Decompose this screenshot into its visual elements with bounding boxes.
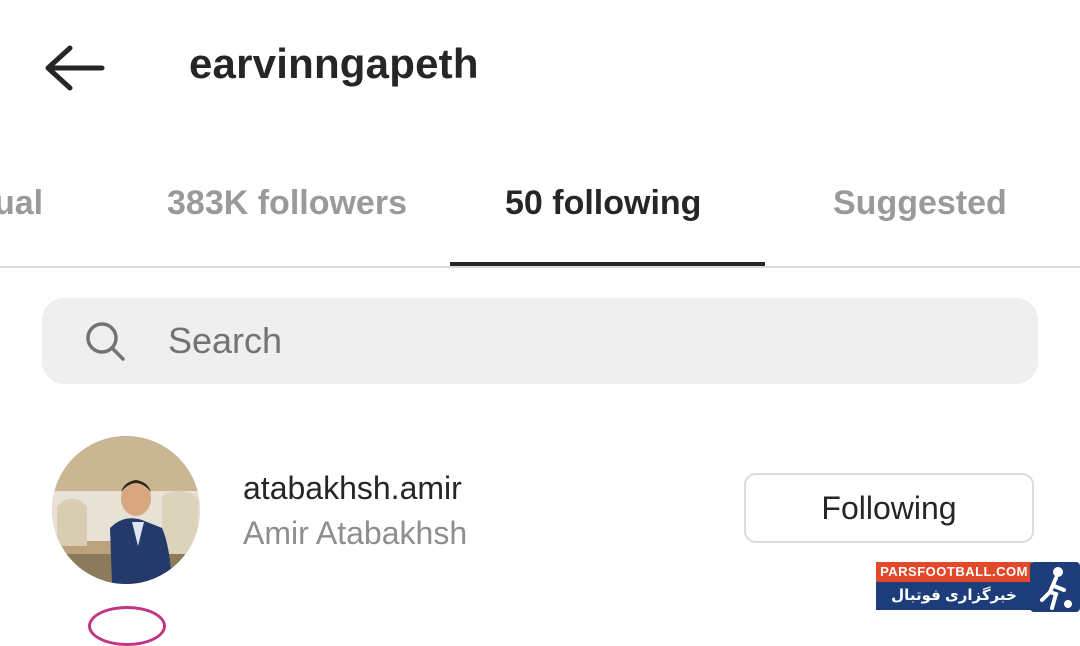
tab-divider	[0, 266, 1080, 268]
search-bar[interactable]	[42, 298, 1038, 384]
list-item-fullname: Amir Atabakhsh	[243, 515, 468, 551]
arrow-left-icon	[45, 45, 105, 91]
list-item-username[interactable]: atabakhsh.amir	[243, 470, 462, 507]
tab-suggested[interactable]: Suggested	[833, 184, 1007, 223]
page-title: earvinngapeth	[189, 40, 479, 87]
profile-photo	[52, 436, 200, 584]
tab-following[interactable]: 50 following	[505, 184, 701, 223]
watermark-tagline: خبرگزاری فوتبال ایران	[876, 582, 1032, 632]
search-input[interactable]	[168, 298, 988, 384]
watermark-logo	[1030, 562, 1080, 612]
following-button[interactable]: Following	[744, 473, 1034, 543]
next-list-item-avatar[interactable]	[88, 606, 166, 646]
active-tab-indicator	[450, 262, 765, 266]
watermark: PARSFOOTBALL.COM خبرگزاری فوتبال ایران	[876, 562, 1080, 632]
search-icon	[86, 322, 125, 361]
watermark-site: PARSFOOTBALL.COM	[876, 562, 1032, 582]
tab-followers[interactable]: 383K followers	[167, 184, 407, 223]
back-button[interactable]	[40, 40, 108, 96]
follow-tabs: ual 383K followers 50 following Suggeste…	[0, 160, 1080, 268]
avatar[interactable]	[52, 436, 200, 584]
tab-mutual[interactable]: ual	[0, 184, 43, 223]
